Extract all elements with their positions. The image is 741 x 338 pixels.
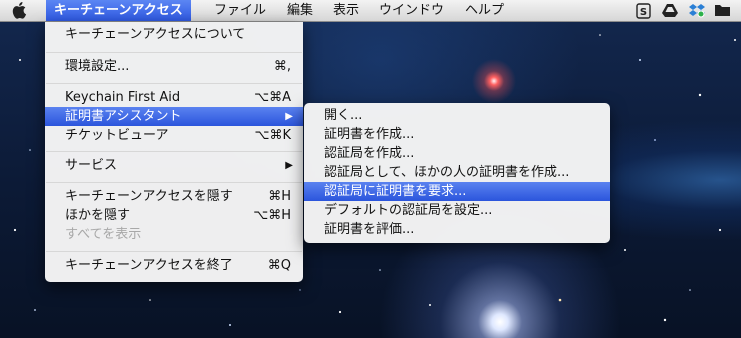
submenu-item-create-ca[interactable]: 認証局を作成... bbox=[304, 144, 610, 163]
menu-item-label: 環境設定... bbox=[65, 59, 130, 74]
menubar-file-menu[interactable]: ファイル bbox=[214, 0, 266, 21]
submenu-item-request-certificate[interactable]: 認証局に証明書を要求... bbox=[304, 182, 610, 201]
menu-item-hide-app[interactable]: キーチェーンアクセスを隠す ⌘H bbox=[45, 187, 303, 206]
menu-item-shortcut: ⌥⌘H bbox=[253, 208, 291, 223]
drive-icon[interactable] bbox=[662, 3, 678, 18]
menu-item-label: 証明書を評価... bbox=[324, 222, 415, 237]
menu-item-label: 認証局に証明書を要求... bbox=[324, 184, 467, 199]
menu-item-label: キーチェーンアクセスを終了 bbox=[65, 258, 233, 273]
menu-item-label: ほかを隠す bbox=[65, 208, 131, 223]
submenu-item-set-default-ca[interactable]: デフォルトの認証局を設定... bbox=[304, 201, 610, 220]
menu-item-preferences[interactable]: 環境設定... ⌘, bbox=[45, 57, 303, 76]
menu-item-certificate-assistant[interactable]: 証明書アシスタント ▶ bbox=[45, 107, 303, 126]
menu-item-label: キーチェーンアクセスを隠す bbox=[65, 189, 233, 204]
submenu-arrow-icon: ▶ bbox=[285, 111, 293, 122]
menu-separator bbox=[46, 251, 302, 252]
menu-item-label: チケットビューア bbox=[65, 128, 169, 143]
submenu-item-evaluate-certificate[interactable]: 証明書を評価... bbox=[304, 220, 610, 239]
app-menu-dropdown: キーチェーンアクセスについて 環境設定... ⌘, Keychain First… bbox=[45, 22, 303, 282]
menu-item-shortcut: ⌘Q bbox=[267, 258, 291, 273]
menu-item-show-all: すべてを表示 bbox=[45, 225, 303, 244]
menu-item-label: 証明書を作成... bbox=[324, 127, 415, 142]
menu-separator bbox=[46, 52, 302, 53]
certificate-assistant-submenu: 開く... 証明書を作成... 認証局を作成... 認証局として、ほかの人の証明… bbox=[304, 103, 610, 243]
apple-menu[interactable] bbox=[10, 0, 32, 21]
menu-separator bbox=[46, 182, 302, 183]
menu-separator bbox=[46, 83, 302, 84]
menu-item-label: サービス bbox=[65, 158, 118, 173]
menu-item-label: 開く... bbox=[324, 108, 363, 123]
menu-item-services[interactable]: サービス ▶ bbox=[45, 156, 303, 175]
menu-item-ticket-viewer[interactable]: チケットビューア ⌥⌘K bbox=[45, 126, 303, 145]
menubar-edit-menu[interactable]: 編集 bbox=[287, 0, 313, 21]
menubar-help-menu[interactable]: ヘルプ bbox=[465, 0, 504, 21]
submenu-item-create-cert-for-others[interactable]: 認証局として、ほかの人の証明書を作成... bbox=[304, 163, 610, 182]
svg-text:S: S bbox=[640, 7, 647, 18]
menu-item-label: 認証局として、ほかの人の証明書を作成... bbox=[324, 165, 570, 180]
folder-icon[interactable] bbox=[714, 3, 731, 17]
submenu-item-open[interactable]: 開く... bbox=[304, 106, 610, 125]
menu-item-about[interactable]: キーチェーンアクセスについて bbox=[45, 25, 303, 44]
menu-item-keychain-first-aid[interactable]: Keychain First Aid ⌥⌘A bbox=[45, 88, 303, 107]
menu-item-label: Keychain First Aid bbox=[65, 90, 181, 105]
submenu-arrow-icon: ▶ bbox=[285, 160, 293, 171]
menubar-app-menu[interactable]: キーチェーンアクセス bbox=[46, 0, 191, 21]
menu-item-quit[interactable]: キーチェーンアクセスを終了 ⌘Q bbox=[45, 256, 303, 275]
menubar-window-menu[interactable]: ウインドウ bbox=[379, 0, 444, 21]
menu-bar: キーチェーンアクセス ファイル 編集 表示 ウインドウ ヘルプ S bbox=[0, 0, 741, 22]
menu-item-label: 証明書アシスタント bbox=[65, 109, 182, 124]
menubar-view-menu[interactable]: 表示 bbox=[333, 0, 359, 21]
apple-logo-icon bbox=[12, 2, 27, 19]
menu-item-label: すべてを表示 bbox=[65, 227, 142, 242]
menu-separator bbox=[46, 151, 302, 152]
submenu-item-create-certificate[interactable]: 証明書を作成... bbox=[304, 125, 610, 144]
menu-item-label: デフォルトの認証局を設定... bbox=[324, 203, 493, 218]
menu-item-shortcut: ⌥⌘K bbox=[254, 128, 291, 143]
menu-item-shortcut: ⌘H bbox=[268, 189, 291, 204]
menu-item-shortcut: ⌥⌘A bbox=[254, 90, 291, 105]
s-badge-icon[interactable]: S bbox=[636, 3, 651, 19]
menu-item-shortcut: ⌘, bbox=[273, 59, 291, 74]
dropbox-icon[interactable] bbox=[689, 3, 705, 18]
menu-item-label: キーチェーンアクセスについて bbox=[65, 27, 246, 42]
menu-item-hide-others[interactable]: ほかを隠す ⌥⌘H bbox=[45, 206, 303, 225]
menu-item-label: 認証局を作成... bbox=[324, 146, 415, 161]
